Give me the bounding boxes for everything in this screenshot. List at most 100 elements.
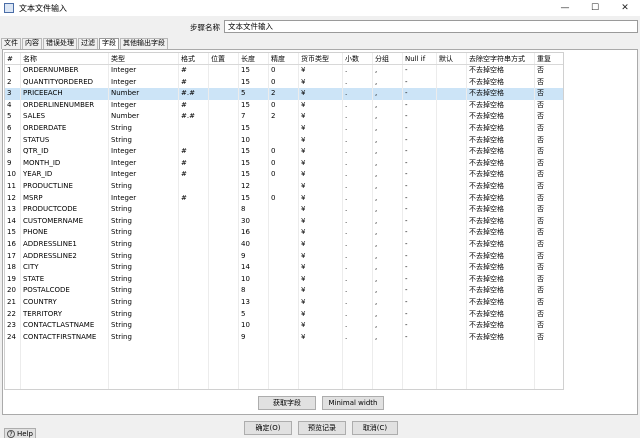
cell-grouping[interactable]: , (373, 331, 403, 344)
cell-grouping[interactable]: , (373, 273, 403, 286)
cell-repeat[interactable]: 否 (535, 274, 563, 286)
cell-field-type[interactable]: Integer (109, 65, 179, 77)
cell-null-if[interactable]: - (403, 99, 437, 112)
cell-null-if[interactable]: - (403, 111, 437, 123)
cell-field-name[interactable]: CONTACTFIRSTNAME (21, 331, 109, 344)
cell-default[interactable] (437, 123, 467, 135)
cell-length[interactable]: 15 (239, 146, 269, 158)
cell-length[interactable]: 15 (239, 65, 269, 77)
cancel-button[interactable]: 取消(C) (352, 421, 398, 435)
cell-grouping[interactable]: , (373, 111, 403, 123)
cell-length[interactable]: 16 (239, 227, 269, 239)
cell-currency[interactable]: ¥ (299, 250, 343, 263)
cell-currency[interactable]: ¥ (299, 157, 343, 170)
cell-length[interactable]: 12 (239, 181, 269, 193)
cell-length[interactable]: 14 (239, 262, 269, 274)
table-row[interactable]: 8 QTR_ID Integer #15 0 ¥., - 不去掉空格否 (5, 146, 563, 158)
cell-grouping[interactable]: , (373, 157, 403, 170)
cell-trim-type[interactable]: 不去掉空格 (467, 204, 535, 216)
cell-currency[interactable]: ¥ (299, 192, 343, 205)
cell-decimal[interactable]: . (343, 181, 373, 193)
header-null-if[interactable]: Null if (403, 53, 437, 64)
cell-field-name[interactable]: QTR_ID (21, 146, 109, 158)
tab-other-output-fields[interactable]: 其他输出字段 (120, 38, 168, 49)
cell-currency[interactable]: ¥ (299, 99, 343, 112)
tab-filter[interactable]: 过滤 (78, 38, 98, 49)
cell-default[interactable] (437, 239, 467, 251)
cell-repeat[interactable]: 否 (535, 216, 563, 228)
cell-precision[interactable] (269, 250, 299, 263)
cell-field-name[interactable]: ORDERLINENUMBER (21, 99, 109, 112)
cell-precision[interactable] (269, 308, 299, 321)
cell-null-if[interactable]: - (403, 227, 437, 239)
maximize-button[interactable]: ☐ (580, 0, 610, 16)
cell-field-type[interactable]: String (109, 320, 179, 332)
cell-grouping[interactable]: , (373, 320, 403, 332)
cell-decimal[interactable]: . (343, 99, 373, 112)
cell-trim-type[interactable]: 不去掉空格 (467, 111, 535, 123)
cell-decimal[interactable]: . (343, 331, 373, 344)
cell-precision[interactable] (269, 273, 299, 286)
cell-field-type[interactable]: Integer (109, 99, 179, 112)
cell-field-type[interactable]: String (109, 262, 179, 274)
cell-position[interactable] (209, 157, 239, 170)
tab-error-handling[interactable]: 错误处理 (43, 38, 77, 49)
cell-field-type[interactable]: Integer (109, 157, 179, 170)
cell-currency[interactable]: ¥ (299, 297, 343, 309)
cell-field-name[interactable]: CONTACTLASTNAME (21, 320, 109, 332)
cell-field-name[interactable]: SALES (21, 111, 109, 123)
cell-row-number[interactable]: 19 (5, 273, 21, 286)
cell-field-name[interactable]: ORDERNUMBER (21, 65, 109, 77)
cell-grouping[interactable]: , (373, 262, 403, 274)
cell-field-type[interactable]: String (109, 239, 179, 251)
cell-trim-type[interactable]: 不去掉空格 (467, 192, 535, 205)
cell-field-name[interactable]: CITY (21, 262, 109, 274)
cell-row-number[interactable]: 14 (5, 215, 21, 228)
cell-decimal[interactable]: . (343, 308, 373, 321)
cell-decimal[interactable]: . (343, 239, 373, 251)
cell-grouping[interactable]: , (373, 134, 403, 147)
cell-length[interactable]: 15 (239, 123, 269, 135)
table-row[interactable]: 4 ORDERLINENUMBER Integer #15 0 ¥., - 不去掉空格否 (5, 99, 563, 112)
cell-precision[interactable] (269, 262, 299, 274)
cell-length[interactable]: 15 (239, 76, 269, 89)
cell-default[interactable] (437, 297, 467, 309)
cell-position[interactable] (209, 320, 239, 332)
cell-default[interactable] (437, 65, 467, 77)
cell-default[interactable] (437, 273, 467, 286)
cell-length[interactable]: 7 (239, 111, 269, 123)
cell-position[interactable] (209, 169, 239, 181)
minimize-button[interactable]: — (550, 0, 580, 16)
cell-position[interactable] (209, 297, 239, 309)
cell-format[interactable] (179, 331, 209, 344)
step-name-input[interactable] (224, 20, 638, 33)
table-row[interactable]: 14 CUSTOMERNAME String 30 ¥., - 不去掉空格否 (5, 215, 563, 228)
cell-default[interactable] (437, 320, 467, 332)
cell-currency[interactable]: ¥ (299, 169, 343, 181)
cell-row-number[interactable]: 4 (5, 99, 21, 112)
cell-null-if[interactable]: - (403, 169, 437, 181)
cell-grouping[interactable]: , (373, 227, 403, 239)
cell-null-if[interactable]: - (403, 273, 437, 286)
cell-null-if[interactable]: - (403, 65, 437, 77)
cell-repeat[interactable]: 否 (535, 239, 563, 251)
cell-field-name[interactable]: PRODUCTLINE (21, 181, 109, 193)
table-row[interactable]: 21 COUNTRY String 13 ¥., - 不去掉空格否 (5, 297, 563, 309)
cell-position[interactable] (209, 204, 239, 216)
cell-default[interactable] (437, 76, 467, 89)
cell-field-name[interactable]: QUANTITYORDERED (21, 76, 109, 89)
cell-row-number[interactable]: 12 (5, 192, 21, 205)
cell-decimal[interactable]: . (343, 65, 373, 77)
header-length[interactable]: 长度 (239, 53, 269, 64)
cell-position[interactable] (209, 285, 239, 297)
table-row[interactable]: 24 CONTACTFIRSTNAME String 9 ¥., - 不去掉空格否 (5, 331, 563, 344)
cell-currency[interactable]: ¥ (299, 111, 343, 123)
cell-grouping[interactable]: , (373, 99, 403, 112)
cell-field-type[interactable]: String (109, 215, 179, 228)
cell-trim-type[interactable]: 不去掉空格 (467, 88, 535, 100)
cell-precision[interactable]: 2 (269, 88, 299, 100)
cell-currency[interactable]: ¥ (299, 239, 343, 251)
cell-default[interactable] (437, 285, 467, 297)
cell-decimal[interactable]: . (343, 204, 373, 216)
cell-precision[interactable] (269, 285, 299, 297)
